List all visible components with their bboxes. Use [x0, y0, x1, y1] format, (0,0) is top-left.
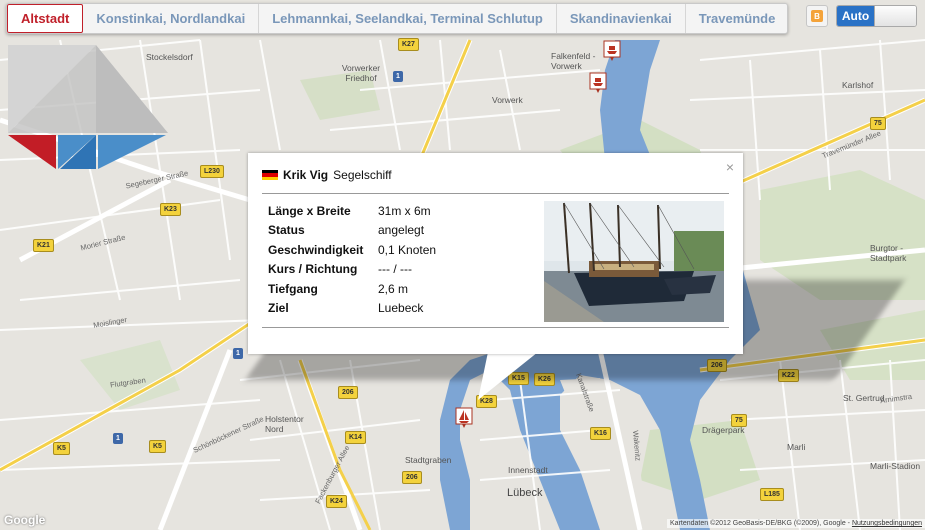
map-attribution: Kartendaten ©2012 GeoBasis-DE/BKG (©2009…	[667, 519, 925, 528]
place-burgtor: Burgtor - Stadtpark	[870, 243, 907, 263]
shield-k24: K24	[326, 495, 347, 508]
auto-toggle-knob[interactable]	[874, 6, 916, 26]
detail-value: angelegt	[378, 223, 425, 238]
detail-row: Ziel Luebeck	[268, 299, 436, 319]
ship-name: Krik Vig	[283, 168, 329, 182]
detail-label: Tiefgang	[268, 281, 318, 296]
top-bar: Altstadt Konstinkai, Nordlandkai Lehmann…	[0, 0, 925, 38]
detail-row: Geschwindigkeit 0,1 Knoten	[268, 240, 436, 260]
attribution-text: Kartendaten ©2012 GeoBasis-DE/BKG (©2009…	[670, 520, 852, 527]
tab-altstadt[interactable]: Altstadt	[7, 4, 84, 33]
ship-type: Segelschiff	[333, 168, 392, 182]
close-icon[interactable]: ×	[726, 159, 734, 175]
popup-header: Krik Vig Segelschiff	[262, 168, 392, 182]
detail-value: 31m x 6m	[378, 203, 431, 218]
tab-konstinkai[interactable]: Konstinkai, Nordlandkai	[83, 4, 260, 33]
place-innenstadt: Innenstadt	[508, 465, 548, 475]
terms-link[interactable]: Nutzungsbedingungen	[852, 520, 922, 527]
shield-b1-b: 1	[233, 348, 243, 359]
ship-marker-2[interactable]	[589, 72, 607, 94]
shield-k16: K16	[590, 427, 611, 440]
detail-label: Ziel	[268, 301, 289, 316]
place-st-gertrud: St. Gertrud	[843, 393, 885, 403]
auto-toggle-label: Auto	[837, 6, 874, 26]
ship-details: Länge x Breite 31m x 6m Status angelegt Ge…	[268, 201, 436, 318]
shield-b206-b: 206	[402, 471, 422, 484]
b-badge: B	[811, 10, 823, 22]
detail-value: Luebeck	[378, 301, 424, 316]
detail-label: Kurs / Richtung	[268, 262, 358, 277]
detail-label: Status	[268, 223, 305, 238]
shield-b1-a: 1	[393, 71, 403, 82]
ship-photo	[544, 201, 724, 322]
shield-b75-a: 75	[870, 117, 886, 130]
shield-b1-c: 1	[113, 433, 123, 444]
shield-k21: K21	[33, 239, 54, 252]
detail-row: Tiefgang 2,6 m	[268, 279, 436, 299]
shield-l185: L185	[760, 488, 784, 501]
detail-row: Status angelegt	[268, 221, 436, 241]
detail-row: Länge x Breite 31m x 6m	[268, 201, 436, 221]
tab-lehmannkai[interactable]: Lehmannkai, Seelandkai, Terminal Schlutu…	[259, 4, 557, 33]
place-stadtgraben: Stadtgraben	[405, 455, 452, 465]
detail-value: 0,1 Knoten	[378, 242, 437, 257]
place-karlshof: Karlshof	[842, 80, 874, 90]
site-logo	[8, 45, 168, 169]
detail-value: 2,6 m	[378, 281, 409, 296]
detail-value: --- / ---	[378, 262, 412, 277]
tab-travemuende[interactable]: Travemünde	[686, 4, 787, 33]
divider-top	[262, 193, 729, 194]
detail-row: Kurs / Richtung --- / ---	[268, 260, 436, 280]
place-luebeck: Lübeck	[507, 487, 543, 499]
ship-marker-1[interactable]	[603, 40, 621, 62]
place-holstentor: Holstentor Nord	[265, 414, 304, 434]
b-button[interactable]: B	[806, 5, 828, 27]
place-vorwerk: Vorwerk	[492, 95, 523, 105]
shield-l230: L230	[200, 165, 224, 178]
detail-label: Länge x Breite	[268, 203, 351, 218]
detail-label: Geschwindigkeit	[268, 242, 364, 257]
harbor-tabs: Altstadt Konstinkai, Nordlandkai Lehmann…	[6, 3, 788, 34]
shield-k27: K27	[398, 38, 419, 51]
shield-k5-a: K5	[53, 442, 70, 455]
auto-toggle[interactable]: Auto	[836, 5, 917, 27]
place-vorwerker-friedhof: Vorwerker Friedhof	[341, 63, 381, 83]
shield-b206-a: 206	[338, 386, 358, 399]
google-logo[interactable]: Google	[4, 513, 45, 527]
popup-tail	[478, 352, 538, 400]
tab-skandinavienkai[interactable]: Skandinavienkai	[557, 4, 686, 33]
divider-bottom	[262, 327, 729, 328]
german-flag-icon	[262, 170, 278, 180]
sailboat-marker[interactable]	[455, 407, 473, 429]
place-marli-stadion: Marli-Stadion	[870, 461, 921, 471]
place-marli: Marli	[787, 442, 806, 452]
shield-k23: K23	[160, 203, 181, 216]
ship-info-popup: × Krik Vig Segelschiff Länge x Breite 31m…	[248, 153, 743, 354]
shield-k5-b: K5	[149, 440, 166, 453]
shield-k14: K14	[345, 431, 366, 444]
shield-b75-b: 75	[731, 414, 747, 427]
